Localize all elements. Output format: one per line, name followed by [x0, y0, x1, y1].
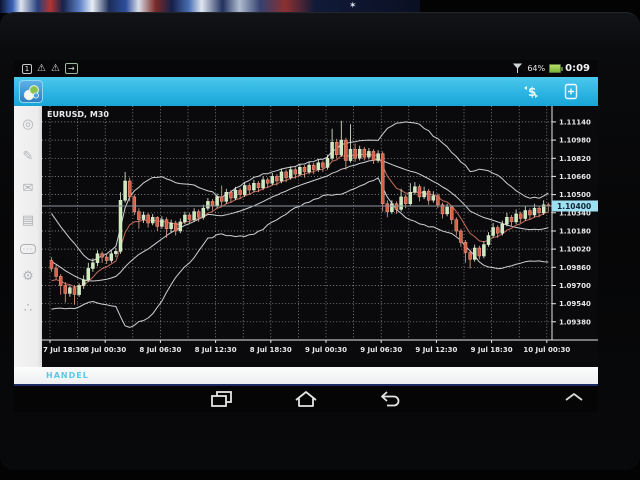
status-bar: 1 ⚠ ⚠ → 64% 0:09: [14, 60, 598, 77]
svg-text:9 Jul 00:30: 9 Jul 00:30: [305, 346, 347, 354]
sidebar-item-news[interactable]: ▤: [22, 212, 34, 230]
clock: 0:09: [565, 63, 590, 74]
app-toolbar: $: [14, 77, 598, 106]
svg-text:8 Jul 06:30: 8 Jul 06:30: [139, 346, 181, 354]
svg-text:1.09380: 1.09380: [559, 318, 591, 326]
metatrader-logo-icon: [21, 82, 41, 102]
screencast-icon: →: [65, 63, 78, 74]
tablet-screen: 1 ⚠ ⚠ → 64% 0:09 $: [14, 60, 598, 412]
svg-text:10 Jul 00:30: 10 Jul 00:30: [523, 346, 570, 354]
notification-count-badge: 1: [22, 64, 32, 74]
new-order-icon[interactable]: [563, 83, 579, 101]
background-sparkle: ✶: [349, 1, 357, 11]
chevron-up-icon: [564, 392, 584, 402]
photo-background: ✶ SAMSUNG 1 ⚠ ⚠ → 64% 0:09: [0, 0, 640, 480]
nav-expand-caret[interactable]: [564, 392, 584, 402]
svg-text:1.09700: 1.09700: [559, 282, 591, 290]
app-content: ◎ ✎ ✉ ▤ ··· ⚙ ∴ 1.11140 1.10980 1.10820 1.10660 1.…: [14, 106, 598, 367]
svg-text:9 Jul 12:30: 9 Jul 12:30: [415, 346, 457, 354]
svg-text:9 Jul 18:30: 9 Jul 18:30: [471, 346, 513, 354]
chart-area[interactable]: 1.111401.109801.108201.106601.105001.103…: [42, 106, 598, 367]
back-button[interactable]: [377, 390, 403, 408]
svg-text:EURUSD, M30: EURUSD, M30: [47, 110, 109, 119]
svg-text:1.10180: 1.10180: [559, 228, 591, 236]
svg-text:1.10400: 1.10400: [557, 202, 591, 211]
battery-percent: 64%: [527, 64, 545, 73]
svg-text:8 Jul 00:30: 8 Jul 00:30: [84, 346, 126, 354]
svg-text:8 Jul 18:30: 8 Jul 18:30: [250, 346, 292, 354]
svg-text:1.11140: 1.11140: [559, 118, 591, 126]
home-icon: [293, 390, 319, 408]
price-chart[interactable]: 1.111401.109801.108201.106601.105001.103…: [42, 106, 598, 358]
sidebar-item-quotes[interactable]: ◎: [22, 116, 33, 134]
svg-text:1.10980: 1.10980: [559, 137, 591, 145]
warning-icon: ⚠: [51, 64, 60, 74]
svg-text:1.10020: 1.10020: [559, 246, 591, 254]
svg-text:9 Jul 06:30: 9 Jul 06:30: [360, 346, 402, 354]
android-nav-bar: [14, 386, 598, 413]
sidebar-item-chart-edit[interactable]: ✎: [23, 148, 34, 166]
sidebar-item-messages[interactable]: ···: [20, 244, 37, 254]
sidebar-item-community[interactable]: ∴: [24, 300, 32, 318]
recents-icon: [209, 390, 235, 408]
svg-text:1.10820: 1.10820: [559, 155, 591, 163]
home-button[interactable]: [293, 390, 319, 408]
svg-text:1.09540: 1.09540: [559, 300, 591, 308]
sidebar: ◎ ✎ ✉ ▤ ··· ⚙ ∴: [14, 106, 42, 367]
battery-icon: [549, 64, 561, 73]
recents-button[interactable]: [209, 390, 235, 408]
sidebar-item-settings[interactable]: ⚙: [22, 268, 34, 286]
svg-text:1.09860: 1.09860: [559, 264, 591, 272]
svg-text:8 Jul 12:30: 8 Jul 12:30: [195, 346, 237, 354]
svg-text:7 Jul 18:30: 7 Jul 18:30: [43, 346, 85, 354]
sidebar-item-mail[interactable]: ✉: [23, 180, 34, 198]
trade-tab[interactable]: HANDEL: [46, 371, 89, 380]
app-icon-button[interactable]: [19, 80, 43, 103]
svg-text:1.10660: 1.10660: [559, 173, 591, 181]
svg-text:1.10500: 1.10500: [559, 191, 591, 199]
bottom-tab-bar: HANDEL: [14, 367, 598, 386]
warning-icon: ⚠: [37, 64, 46, 74]
trade-dollar-icon[interactable]: $: [521, 83, 541, 101]
back-icon: [377, 390, 403, 408]
signal-icon: [513, 63, 523, 74]
